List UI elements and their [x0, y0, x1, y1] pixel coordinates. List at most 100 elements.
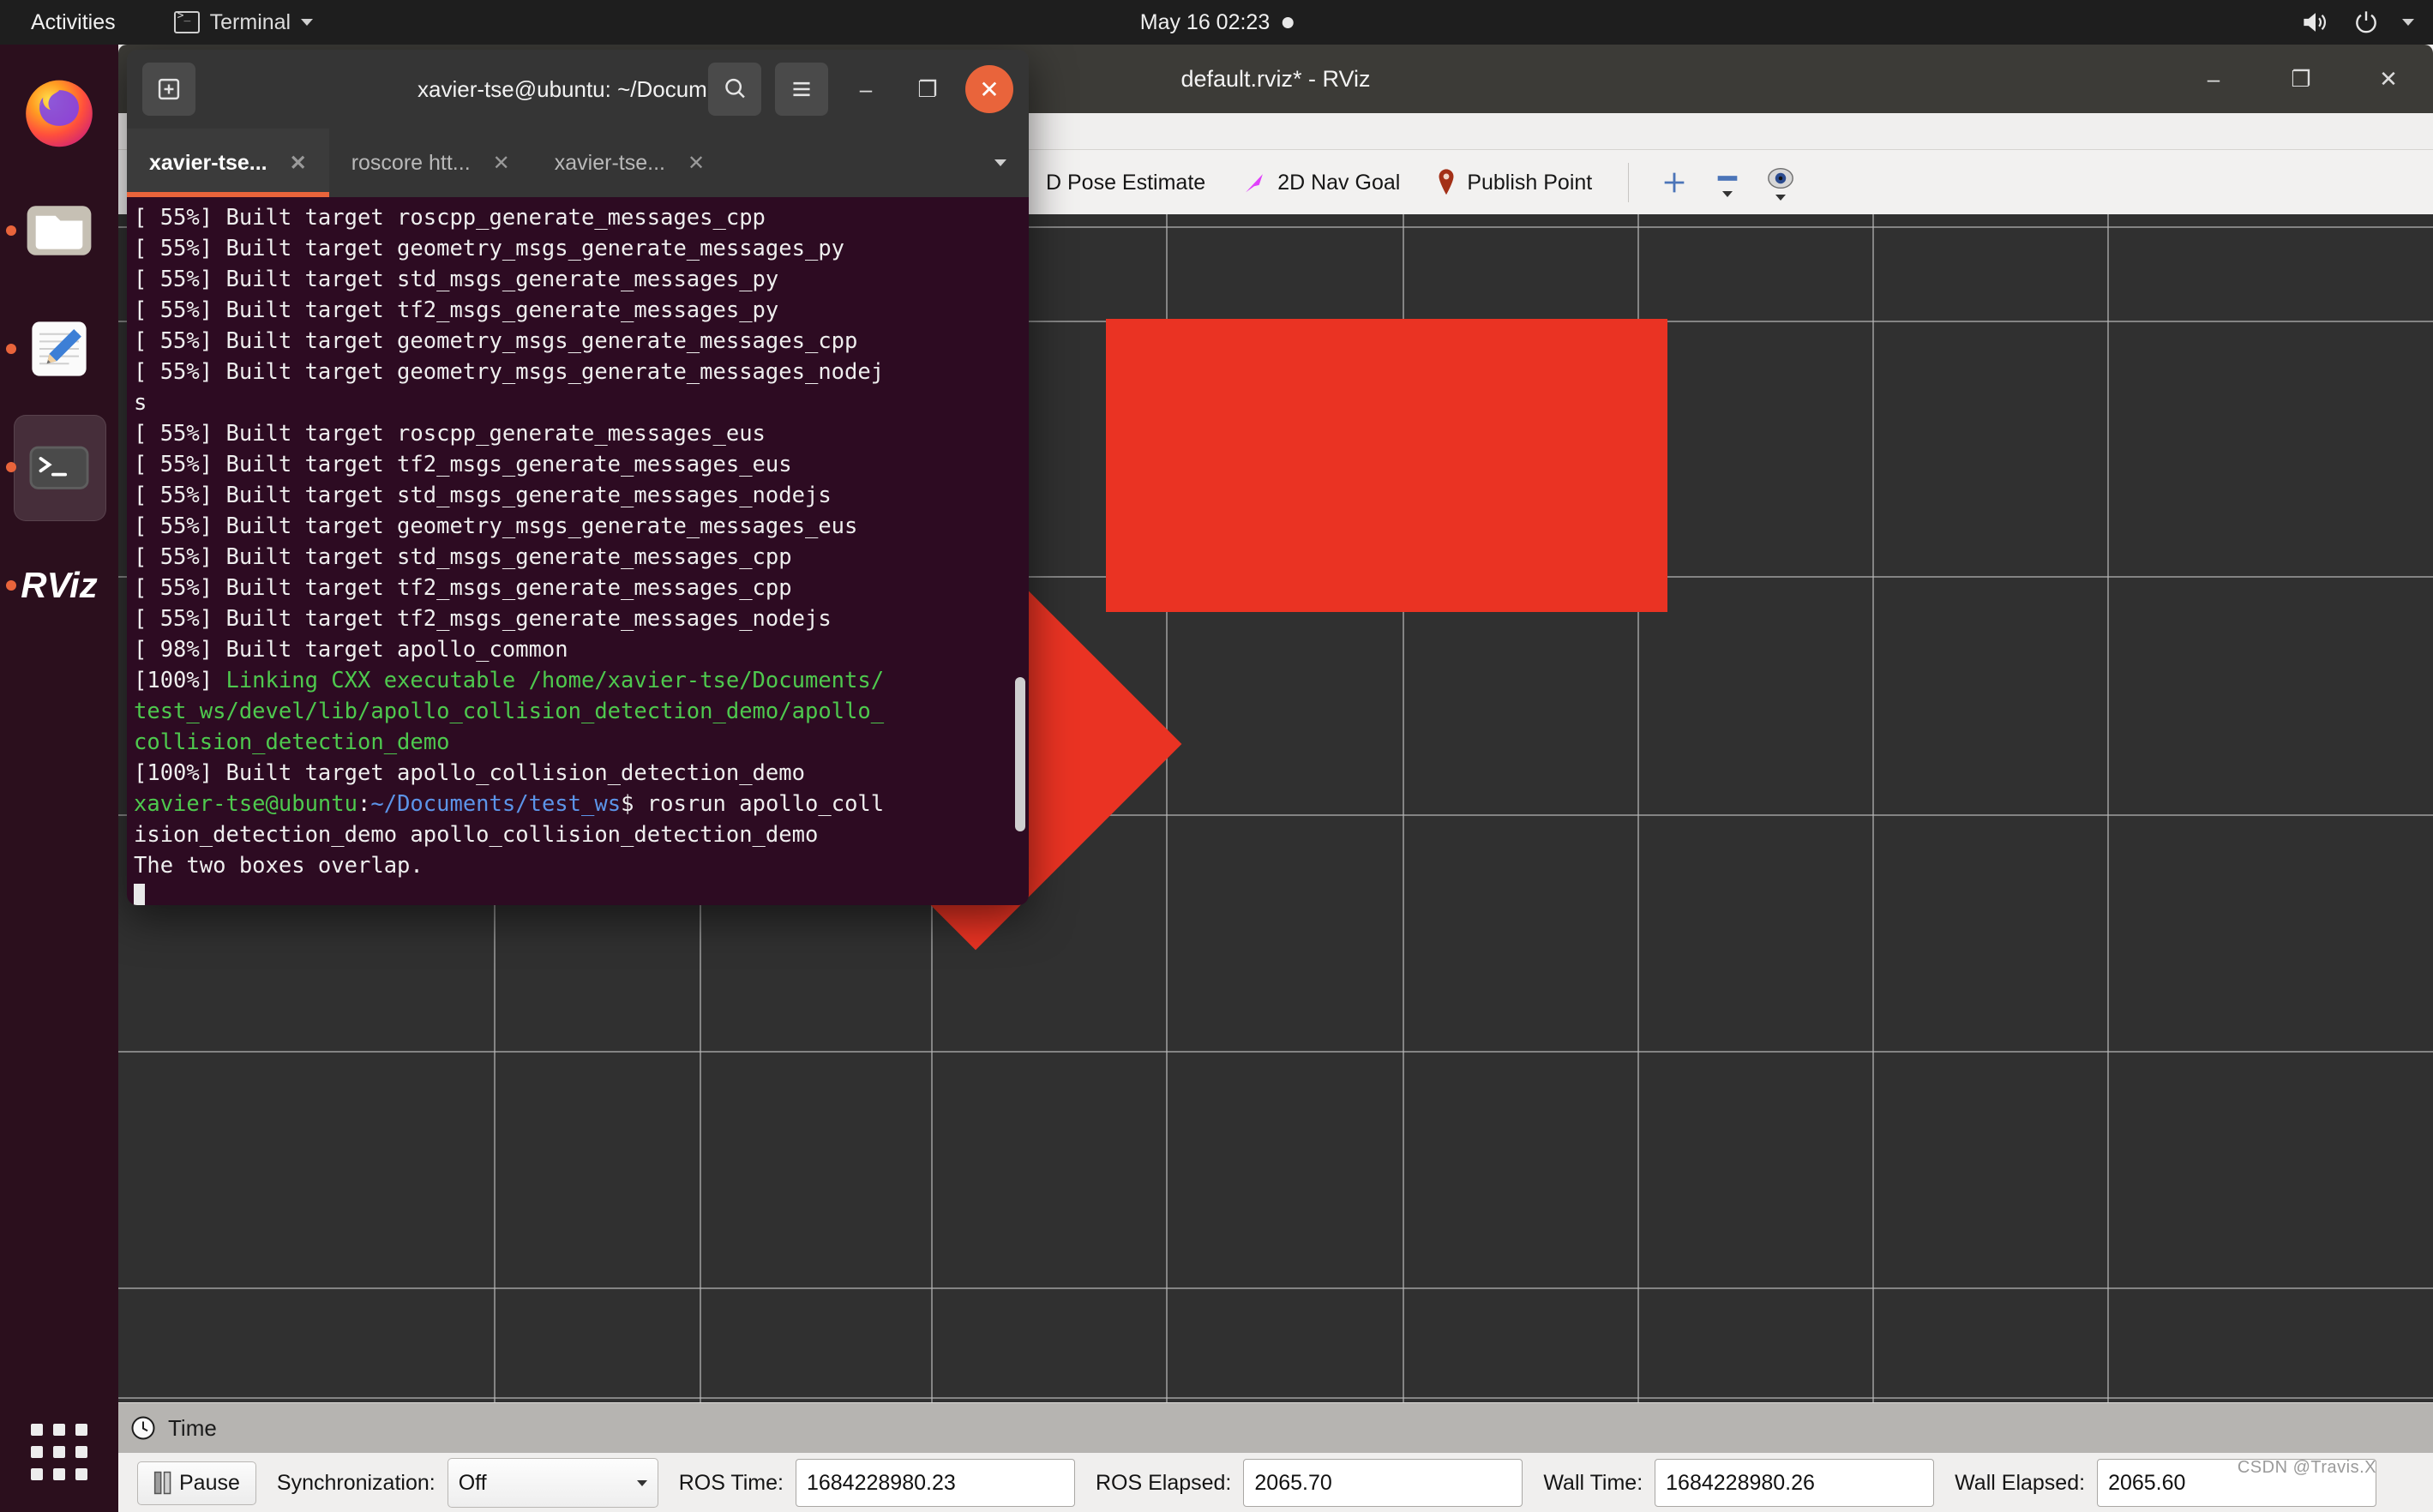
term-built-line: [100%] Built target apollo_collision_det…: [134, 760, 805, 786]
chevron-down-icon[interactable]: [1775, 194, 1787, 201]
term-output-line: The two boxes overlap.: [134, 853, 424, 879]
toolbar-publish-point[interactable]: Publish Point: [1417, 155, 1609, 210]
wall-time-field[interactable]: 1684228980.26: [1655, 1459, 1935, 1507]
term-line-4: [ 55%] Built target geometry_msgs_genera…: [134, 328, 858, 354]
hamburger-menu-icon[interactable]: [775, 63, 828, 116]
pause-icon: [153, 1471, 172, 1495]
term-line-5: [ 55%] Built target geometry_msgs_genera…: [134, 359, 885, 385]
term-line-12: [ 55%] Built target tf2_msgs_generate_me…: [134, 575, 792, 601]
dock-item-firefox[interactable]: [0, 53, 118, 171]
app-grid-icon: [31, 1424, 87, 1480]
term-line-2: [ 55%] Built target std_msgs_generate_me…: [134, 267, 779, 292]
toolbar-label: D Pose Estimate: [1046, 170, 1206, 195]
dock-item-terminal[interactable]: [0, 408, 118, 526]
terminal-tab-bar: xavier-tse... ✕ roscore htt... ✕ xavier-…: [127, 129, 1029, 197]
tab-label: xavier-tse...: [149, 150, 267, 175]
term-prompt-path: ~/Documents/test_ws: [370, 791, 622, 817]
rviz-window-buttons: – ❐ ✕: [2190, 45, 2412, 113]
term-line-1: [ 55%] Built target geometry_msgs_genera…: [134, 236, 845, 261]
wall-elapsed-value: 2065.60: [2108, 1470, 2186, 1495]
terminal-scrollbar[interactable]: [1015, 677, 1025, 831]
activities-button[interactable]: Activities: [24, 7, 123, 39]
show-applications-button[interactable]: [0, 1401, 118, 1503]
rviz-minimize-button[interactable]: –: [2190, 55, 2238, 103]
terminal-title-bar[interactable]: xavier-tse@ubuntu: ~/Docume... – ❐ ✕: [127, 50, 1029, 129]
ros-time-value: 1684228980.23: [806, 1470, 956, 1495]
term-line-6: s: [134, 390, 147, 416]
ubuntu-dock: RViz: [0, 45, 118, 1512]
running-indicator: [6, 462, 16, 472]
time-panel-title: Time: [168, 1414, 217, 1441]
wall-time-value: 1684228980.26: [1666, 1470, 1815, 1495]
time-panel: Time Pause Synchronization: Off ROS Time…: [118, 1402, 2433, 1512]
terminal-window-controls: – ❐ ✕: [708, 63, 1013, 116]
rviz-maximize-button[interactable]: ❐: [2277, 55, 2325, 103]
term-command-1: rosrun apollo_coll: [646, 791, 885, 817]
toolbar-2d-pose-estimate[interactable]: D Pose Estimate: [1020, 155, 1223, 210]
toolbar-label: Publish Point: [1467, 170, 1593, 195]
terminal-output[interactable]: [ 55%] Built target roscpp_generate_mess…: [127, 197, 1029, 905]
time-panel-controls: Pause Synchronization: Off ROS Time: 168…: [118, 1453, 2433, 1512]
close-icon[interactable]: ✕: [688, 151, 705, 176]
term-line-9: [ 55%] Built target std_msgs_generate_me…: [134, 483, 832, 508]
terminal-window: xavier-tse@ubuntu: ~/Docume... – ❐ ✕ xav…: [127, 50, 1029, 905]
app-menu-terminal[interactable]: Terminal: [173, 9, 314, 35]
power-icon: [2352, 9, 2380, 36]
search-icon[interactable]: [708, 63, 761, 116]
tab-label: xavier-tse...: [554, 150, 665, 175]
chevron-down-icon[interactable]: [1722, 190, 1733, 197]
dock-item-files[interactable]: [0, 171, 118, 290]
record-dot-icon: [1282, 16, 1294, 28]
synchronization-value: Off: [458, 1470, 487, 1495]
ros-elapsed-value: 2065.70: [1254, 1470, 1332, 1495]
dock-item-rviz[interactable]: RViz: [0, 526, 118, 645]
terminal-tab-0[interactable]: xavier-tse... ✕: [127, 129, 329, 197]
rviz-close-button[interactable]: ✕: [2364, 55, 2412, 103]
volume-icon: [2301, 9, 2330, 35]
remove-tool-button[interactable]: [1701, 169, 1754, 197]
files-folder-icon: [20, 191, 99, 270]
box-rectangle: [1106, 319, 1667, 612]
close-icon[interactable]: ✕: [290, 151, 307, 176]
new-tab-icon[interactable]: [142, 63, 195, 116]
rviz-window-title: default.rviz* - RViz: [1180, 65, 1371, 92]
firefox-icon: [20, 73, 99, 152]
terminal-tab-1[interactable]: roscore htt... ✕: [329, 129, 532, 197]
clock-label: May 16 02:23: [1139, 9, 1271, 34]
pause-button[interactable]: Pause: [137, 1461, 256, 1505]
ros-time-label: ROS Time:: [678, 1470, 784, 1495]
terminal-close-button[interactable]: ✕: [965, 65, 1013, 113]
focus-camera-button[interactable]: [1754, 165, 1807, 201]
text-cursor: [134, 884, 145, 905]
chevron-down-icon[interactable]: [2402, 19, 2414, 26]
rviz-icon: RViz: [20, 546, 99, 625]
toolbar-2d-nav-goal[interactable]: 2D Nav Goal: [1223, 155, 1417, 210]
term-line-13: [ 55%] Built target tf2_msgs_generate_me…: [134, 606, 832, 632]
system-status-area[interactable]: [2301, 9, 2414, 36]
term-command-2: ision_detection_demo apollo_collision_de…: [134, 822, 819, 848]
terminal-tab-2[interactable]: xavier-tse... ✕: [532, 129, 727, 197]
terminal-maximize-button[interactable]: ❐: [904, 65, 952, 113]
running-indicator: [6, 225, 16, 236]
tab-list-chevron-down-icon[interactable]: [972, 129, 1029, 197]
chevron-down-icon: [636, 1479, 647, 1486]
term-prompt-dollar: $: [621, 791, 647, 817]
term-line-14: [ 98%] Built target apollo_common: [134, 637, 568, 663]
chevron-down-icon: [301, 19, 314, 26]
app-menu-label: Terminal: [209, 9, 291, 34]
synchronization-select[interactable]: Off: [447, 1458, 658, 1508]
desktop-screen: Activities Terminal May 16 02:23: [0, 0, 2433, 1512]
gnome-top-bar: Activities Terminal May 16 02:23: [0, 0, 2433, 45]
term-link-line-1: Linking CXX executable /home/xavier-tse/…: [225, 668, 885, 693]
terminal-minimize-button[interactable]: –: [842, 65, 890, 113]
clock-area[interactable]: May 16 02:23: [1140, 10, 1294, 35]
add-tool-button[interactable]: [1648, 168, 1701, 197]
dock-item-text-editor[interactable]: [0, 290, 118, 408]
ros-elapsed-field[interactable]: 2065.70: [1243, 1459, 1523, 1507]
close-icon[interactable]: ✕: [493, 151, 510, 176]
rviz-logo-text: RViz: [21, 565, 98, 605]
tab-label: roscore htt...: [351, 150, 471, 175]
ros-time-field[interactable]: 1684228980.23: [795, 1459, 1075, 1507]
pause-label: Pause: [179, 1470, 240, 1495]
terminal-icon: [173, 9, 200, 33]
